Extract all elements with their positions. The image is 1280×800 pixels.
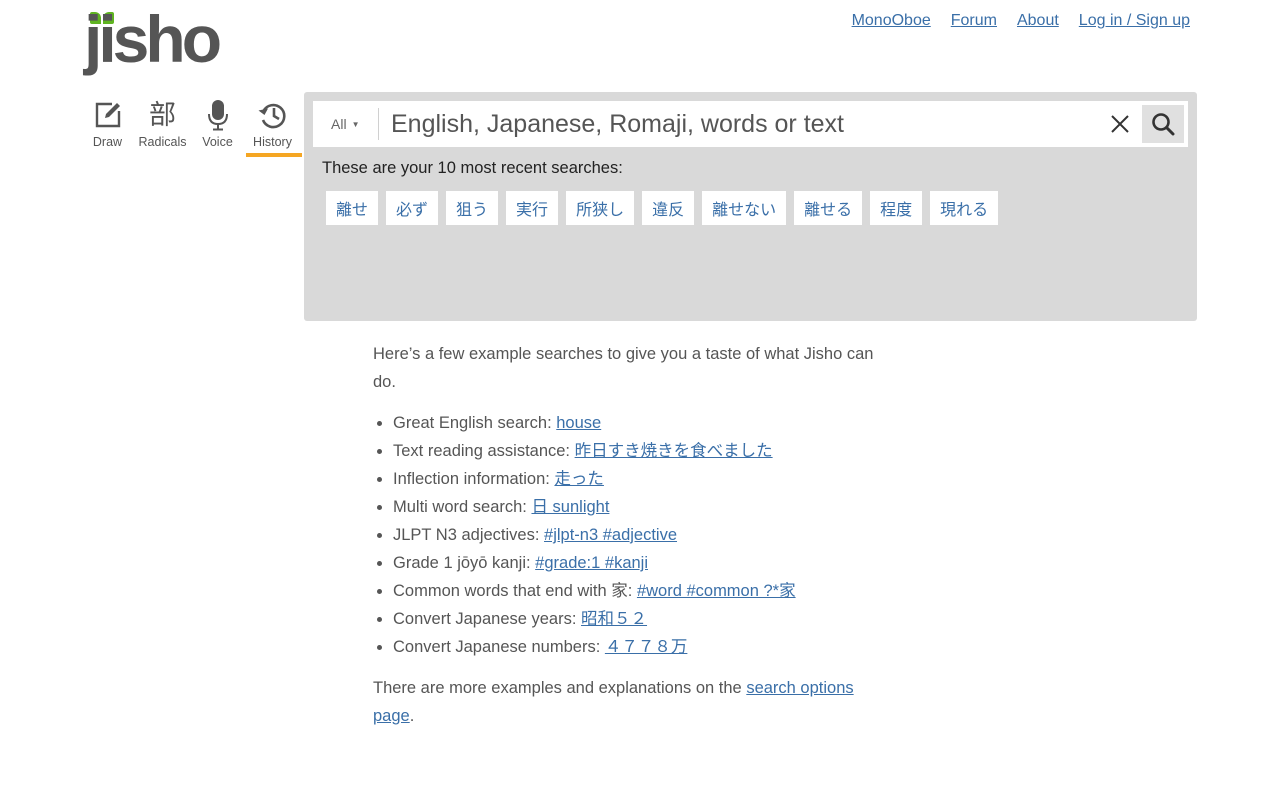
example-searches: Here’s a few example searches to give yo… — [373, 340, 913, 730]
example-item: Text reading assistance: 昨日すき焼きを食べました — [393, 437, 913, 465]
recent-search-item[interactable]: 実行 — [506, 191, 559, 225]
search-button[interactable] — [1142, 105, 1184, 143]
examples-outro: There are more examples and explanations… — [373, 679, 854, 725]
logo-text: jisho — [84, 2, 222, 76]
recent-search-item[interactable]: 程度 — [870, 191, 923, 225]
search-filter-dropdown[interactable]: All ▼ — [313, 108, 379, 140]
voice-method-button[interactable]: Voice — [190, 98, 245, 156]
recent-searches-list: 離せ 必ず 狙う 実行 所狭し 違反 離せない 離せる 程度 現れる — [326, 191, 999, 225]
example-item: Inflection information: 走った — [393, 465, 913, 493]
search-icon — [1152, 113, 1175, 136]
example-item: Convert Japanese years: 昭和５２ — [393, 605, 913, 633]
example-item: JLPT N3 adjectives: #jlpt-n3 #adjective — [393, 521, 913, 549]
microphone-icon — [206, 98, 230, 132]
nav-forum-link[interactable]: Forum — [951, 12, 997, 30]
filter-value: All — [331, 116, 347, 132]
recent-search-item[interactable]: 離せる — [794, 191, 863, 225]
history-icon — [257, 98, 289, 132]
radicals-icon: 部 — [149, 99, 176, 131]
input-methods: Draw 部 Radicals Voice History — [80, 98, 302, 157]
history-method-button[interactable]: History — [245, 98, 302, 157]
draw-label: Draw — [92, 135, 123, 149]
example-link[interactable]: 昨日すき焼きを食べました — [575, 442, 773, 460]
example-link[interactable]: #word #common ?*家 — [637, 582, 796, 600]
radicals-method-button[interactable]: 部 Radicals — [135, 98, 190, 156]
draw-method-button[interactable]: Draw — [80, 98, 135, 156]
recent-searches-label: These are your 10 most recent searches: — [322, 159, 623, 177]
recent-search-item[interactable]: 所狭し — [566, 191, 635, 225]
example-item: Convert Japanese numbers: ４７７８万 — [393, 633, 913, 661]
example-item: Multi word search: 日 sunlight — [393, 493, 913, 521]
example-link[interactable]: ４７７８万 — [605, 638, 688, 656]
jisho-logo[interactable]: jisho — [84, 6, 230, 84]
examples-intro: Here’s a few example searches to give yo… — [373, 345, 874, 391]
recent-search-item[interactable]: 現れる — [930, 191, 999, 225]
recent-search-item[interactable]: 違反 — [642, 191, 695, 225]
close-icon — [1111, 115, 1129, 133]
draw-icon — [93, 98, 123, 132]
recent-search-item[interactable]: 離せ — [326, 191, 379, 225]
nav-login-link[interactable]: Log in / Sign up — [1079, 12, 1190, 30]
example-item: Great English search: house — [393, 409, 913, 437]
recent-search-item[interactable]: 狙う — [446, 191, 499, 225]
example-link[interactable]: #grade:1 #kanji — [535, 554, 648, 572]
top-nav: MonoOboe Forum About Log in / Sign up — [852, 12, 1190, 30]
caret-down-icon: ▼ — [351, 119, 360, 129]
clear-search-button[interactable] — [1098, 101, 1142, 147]
example-item: Common words that end with 家: #word #com… — [393, 577, 913, 605]
search-bar: All ▼ — [313, 101, 1188, 147]
recent-search-item[interactable]: 離せない — [702, 191, 787, 225]
examples-list: Great English search: house Text reading… — [373, 409, 913, 661]
nav-monooboe-link[interactable]: MonoOboe — [852, 12, 931, 30]
history-label: History — [253, 135, 292, 149]
voice-label: Voice — [202, 135, 233, 149]
search-input[interactable] — [379, 101, 1098, 147]
example-link[interactable]: 走った — [554, 470, 604, 488]
example-link[interactable]: 昭和５２ — [581, 610, 647, 628]
example-item: Grade 1 jōyō kanji: #grade:1 #kanji — [393, 549, 913, 577]
nav-about-link[interactable]: About — [1017, 12, 1059, 30]
search-panel: All ▼ These are your 10 most recent sear… — [304, 92, 1197, 321]
recent-search-item[interactable]: 必ず — [386, 191, 439, 225]
radicals-label: Radicals — [138, 135, 187, 149]
example-link[interactable]: #jlpt-n3 #adjective — [544, 526, 677, 544]
example-link[interactable]: house — [556, 414, 601, 432]
example-link[interactable]: 日 sunlight — [531, 498, 609, 516]
